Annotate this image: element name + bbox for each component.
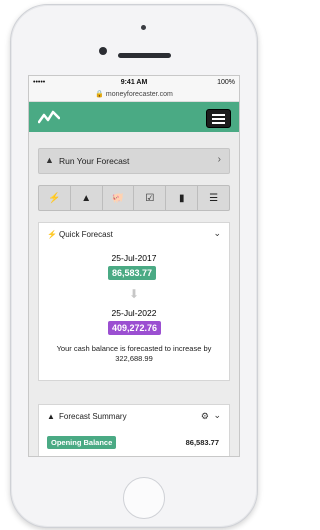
quick-forecast-card: ⚡ Quick Forecast ⌄ 25-Jul-2017 86,583.77… <box>38 222 230 381</box>
status-time: 9:41 AM <box>120 79 148 86</box>
menu-icon-bar <box>212 118 225 120</box>
navbar <box>29 102 239 132</box>
logo-icon[interactable] <box>38 110 60 124</box>
start-balance-badge: 86,583.77 <box>108 266 157 280</box>
end-balance-badge: 409,272.76 <box>108 321 162 335</box>
gear-icon[interactable]: ⚙ <box>201 411 209 422</box>
bolt-icon: ⚡ <box>47 230 57 239</box>
forecast-summary-card: ▲ Forecast Summary ⚙ ⌄ Opening Balance 8… <box>38 404 230 456</box>
bar-chart-icon: ▮ <box>178 192 185 204</box>
road-icon: ▲ <box>47 412 55 421</box>
run-forecast-button[interactable]: ▲ Run Your Forecast › <box>38 148 230 174</box>
chevron-down-icon[interactable]: ⌄ <box>213 228 221 239</box>
quick-forecast-title: Quick Forecast <box>59 230 113 239</box>
url-bar[interactable]: 🔒 moneyforecaster.com <box>29 90 239 102</box>
server-button[interactable]: ☰ <box>198 186 229 210</box>
chevron-down-icon[interactable]: ⌄ <box>213 410 221 421</box>
check-icon: ☑ <box>145 192 155 204</box>
phone-screen: ••••• 9:41 AM 100% 🔒 moneyforecaster.com… <box>28 75 240 457</box>
start-date: 25-Jul-2017 <box>111 253 157 263</box>
piggy-bank-button[interactable]: 🐖 <box>103 186 135 210</box>
piggy-bank-icon: 🐖 <box>111 192 125 204</box>
forecast-message: Your cash balance is forecasted to incre… <box>56 344 212 363</box>
home-button[interactable] <box>123 477 165 519</box>
opening-balance-label: Opening Balance <box>47 436 117 449</box>
toolbar: ⚡ ▲ 🐖 ☑ ▮ ☰ <box>38 185 230 211</box>
menu-icon-bar <box>212 122 225 124</box>
road-button[interactable]: ▲ <box>71 186 103 210</box>
end-date: 25-Jul-2022 <box>111 308 157 318</box>
forecast-summary-title: Forecast Summary <box>59 412 127 421</box>
bar-chart-button[interactable]: ▮ <box>166 186 199 210</box>
menu-icon-bar <box>212 114 225 116</box>
lock-icon: 🔒 <box>95 91 104 98</box>
bolt-button[interactable]: ⚡ <box>39 186 71 210</box>
earpiece <box>118 53 171 58</box>
check-button[interactable]: ☑ <box>134 186 167 210</box>
road-icon: ▲ <box>81 192 92 204</box>
phone-sensor <box>141 25 146 30</box>
server-icon: ☰ <box>209 192 219 204</box>
url-text: moneyforecaster.com <box>105 91 173 98</box>
run-forecast-label: Run Your Forecast <box>59 156 130 166</box>
forecast-summary-header[interactable]: ▲ Forecast Summary ⚙ ⌄ <box>39 405 229 427</box>
front-camera <box>99 47 107 55</box>
road-icon: ▲ <box>45 155 54 165</box>
opening-balance-value: 86,583.77 <box>185 438 219 447</box>
menu-button[interactable] <box>206 109 231 128</box>
bolt-icon: ⚡ <box>48 192 61 204</box>
chevron-right-icon: › <box>217 154 221 165</box>
quick-forecast-header[interactable]: ⚡ Quick Forecast ⌄ <box>39 223 229 245</box>
battery-indicator: 100% <box>217 79 235 86</box>
arrow-down-icon: ⬇ <box>128 287 140 301</box>
status-bar: ••••• 9:41 AM 100% <box>29 76 239 90</box>
